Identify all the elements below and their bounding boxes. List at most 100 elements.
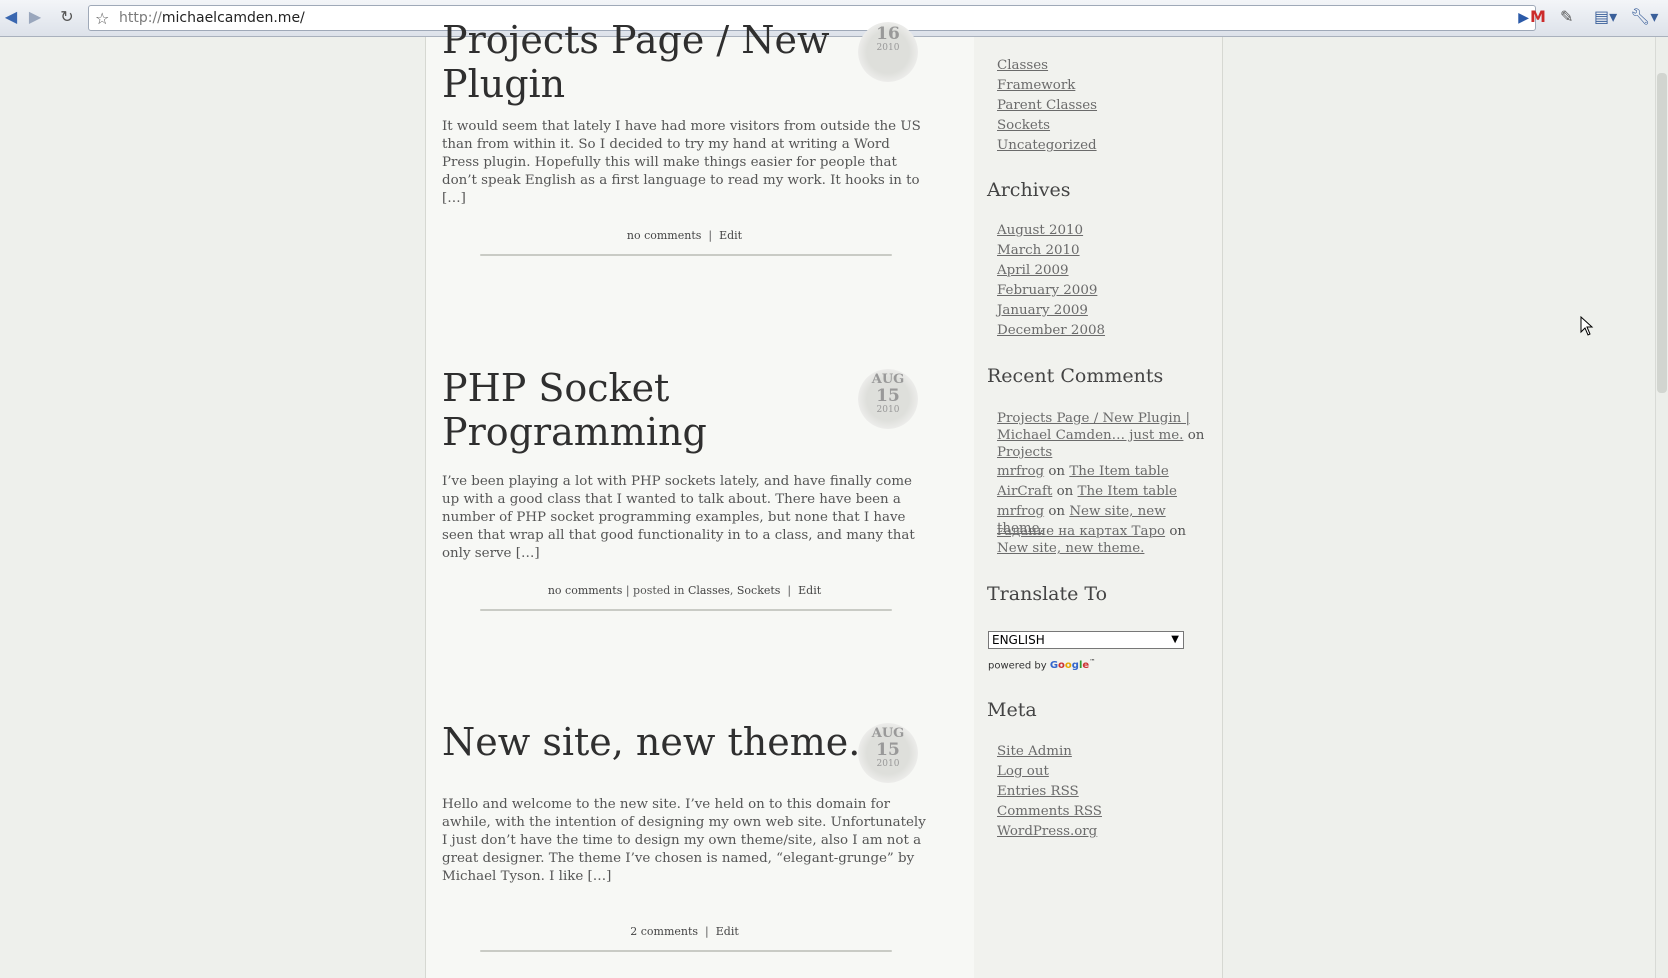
post-excerpt: It would seem that lately I have had mor… bbox=[442, 119, 921, 206]
recent-comments-heading: Recent Comments bbox=[987, 365, 1164, 387]
category-link[interactable]: Sockets bbox=[737, 584, 781, 597]
post-divider bbox=[480, 950, 892, 952]
meta-heading: Meta bbox=[987, 699, 1037, 721]
archive-link[interactable]: March 2010 bbox=[997, 243, 1080, 258]
archive-link[interactable]: August 2010 bbox=[997, 223, 1083, 238]
date-day: 16 bbox=[876, 24, 900, 44]
category-link[interactable]: Framework bbox=[997, 78, 1075, 93]
archives-list: August 2010 March 2010 April 2009 Februa… bbox=[997, 221, 1105, 341]
date-year: 2010 bbox=[876, 43, 900, 53]
category-link[interactable]: Classes bbox=[688, 584, 730, 597]
meta-link[interactable]: Comments RSS bbox=[997, 804, 1102, 819]
list-item: WordPress.org bbox=[997, 822, 1102, 842]
edit-link[interactable]: Edit bbox=[716, 925, 739, 938]
list-item: Comments RSS bbox=[997, 802, 1102, 822]
category-link[interactable]: Parent Classes bbox=[997, 98, 1097, 113]
meta-link[interactable]: Entries RSS bbox=[997, 784, 1079, 799]
categories-list: Classes Framework Parent Classes Sockets… bbox=[997, 56, 1097, 156]
gmail-icon[interactable]: M bbox=[1530, 7, 1546, 26]
language-select[interactable]: ENGLISH ▼ bbox=[988, 631, 1184, 649]
on-label: on bbox=[1048, 464, 1066, 479]
list-item: Uncategorized bbox=[997, 136, 1097, 156]
date-day: 15 bbox=[876, 740, 900, 760]
date-month: AUG bbox=[871, 726, 905, 741]
edit-link[interactable]: Edit bbox=[719, 229, 742, 242]
comment-author-link[interactable]: гадание на картах Таро bbox=[997, 524, 1165, 539]
archives-heading: Archives bbox=[987, 179, 1071, 201]
post-meta: 2 comments | Edit bbox=[630, 925, 739, 938]
archive-link[interactable]: January 2009 bbox=[997, 303, 1088, 318]
comment-post-link[interactable]: The Item table bbox=[1078, 484, 1177, 499]
list-item: April 2009 bbox=[997, 261, 1105, 281]
archive-link[interactable]: April 2009 bbox=[997, 263, 1069, 278]
comments-link[interactable]: 2 comments bbox=[630, 925, 698, 938]
list-item: August 2010 bbox=[997, 221, 1105, 241]
list-item: Log out bbox=[997, 762, 1102, 782]
list-item: Sockets bbox=[997, 116, 1097, 136]
post-date-badge: 16 2010 bbox=[858, 22, 918, 82]
category-link[interactable]: Uncategorized bbox=[997, 138, 1097, 153]
recent-comment: AirCraft on The Item table bbox=[997, 483, 1207, 500]
eyedropper-icon[interactable]: ✎ bbox=[1560, 7, 1573, 26]
reload-icon[interactable]: ↻ bbox=[58, 8, 76, 26]
post-title[interactable]: PHP Socket Programming bbox=[442, 366, 707, 454]
on-label: on bbox=[1187, 428, 1205, 443]
go-arrow-icon[interactable]: ▶ bbox=[1518, 10, 1529, 26]
wrench-menu-icon[interactable]: 🔧︎▾ bbox=[1630, 7, 1658, 26]
archive-link[interactable]: February 2009 bbox=[997, 283, 1097, 298]
list-item: February 2009 bbox=[997, 281, 1105, 301]
comment-author-link[interactable]: mrfrog bbox=[997, 464, 1044, 479]
comments-link[interactable]: no comments bbox=[627, 229, 702, 242]
url-protocol: http:// bbox=[119, 10, 162, 26]
date-day: 15 bbox=[876, 386, 900, 406]
comment-post-link[interactable]: New site, new theme. bbox=[997, 541, 1144, 556]
archive-link[interactable]: December 2008 bbox=[997, 323, 1105, 338]
scrollbar[interactable] bbox=[1655, 37, 1668, 978]
category-link[interactable]: Sockets bbox=[997, 118, 1050, 133]
scrollbar-thumb[interactable] bbox=[1657, 73, 1667, 393]
chevron-down-icon: ▼ bbox=[1171, 634, 1179, 645]
mouse-cursor-icon bbox=[1580, 316, 1594, 336]
url-host: michaelcamden.me/ bbox=[161, 10, 305, 26]
list-item: Framework bbox=[997, 76, 1097, 96]
post-excerpt: I’ve been playing a lot with PHP sockets… bbox=[442, 474, 915, 561]
star-icon[interactable]: ☆ bbox=[95, 9, 109, 28]
post-excerpt: Hello and welcome to the new site. I’ve … bbox=[442, 797, 926, 884]
list-item: March 2010 bbox=[997, 241, 1105, 261]
post-date-badge: AUG 15 2010 bbox=[858, 723, 918, 783]
post-meta: no comments | Edit bbox=[626, 229, 743, 242]
forward-arrow-icon[interactable]: ▶ bbox=[26, 8, 44, 26]
meta-link[interactable]: Log out bbox=[997, 764, 1049, 779]
post-meta: no comments | posted in Classes, Sockets… bbox=[547, 584, 822, 597]
list-item: December 2008 bbox=[997, 321, 1105, 341]
page-menu-icon[interactable]: ▤▾ bbox=[1594, 7, 1617, 26]
date-month: AUG bbox=[871, 372, 905, 387]
comment-author-link[interactable]: Projects Page / New Plugin | Michael Cam… bbox=[997, 411, 1190, 443]
post-divider bbox=[480, 609, 892, 611]
comments-link[interactable]: no comments bbox=[548, 584, 623, 597]
comment-author-link[interactable]: AirCraft bbox=[997, 484, 1052, 499]
meta-link[interactable]: Site Admin bbox=[997, 744, 1072, 759]
on-label: on bbox=[1056, 484, 1074, 499]
powered-by-label: powered by bbox=[988, 660, 1047, 672]
date-year: 2010 bbox=[876, 759, 900, 769]
list-item: Classes bbox=[997, 56, 1097, 76]
post-date-badge: AUG 15 2010 bbox=[858, 369, 918, 429]
post-title[interactable]: Projects Page / New Plugin bbox=[442, 18, 830, 106]
comment-post-link[interactable]: Projects bbox=[997, 445, 1052, 460]
comment-post-link[interactable]: The Item table bbox=[1069, 464, 1168, 479]
language-select-value: ENGLISH bbox=[992, 633, 1045, 647]
list-item: January 2009 bbox=[997, 301, 1105, 321]
meta-link[interactable]: WordPress.org bbox=[997, 824, 1097, 839]
category-link[interactable]: Classes bbox=[997, 58, 1048, 73]
recent-comment: гадание на картах Таро on New site, new … bbox=[997, 523, 1207, 557]
translate-heading: Translate To bbox=[987, 583, 1108, 605]
comment-author-link[interactable]: mrfrog bbox=[997, 504, 1044, 519]
powered-by-google: powered by Google™ bbox=[988, 659, 1095, 671]
edit-link[interactable]: Edit bbox=[798, 584, 821, 597]
post-title[interactable]: New site, new theme. bbox=[442, 720, 860, 764]
browser-toolbar: ◀ ▶ ↻ ☆ http://michaelcamden.me/ ▶ M ✎ ▤… bbox=[0, 0, 1668, 37]
back-arrow-icon[interactable]: ◀ bbox=[2, 8, 20, 26]
meta-list: Site Admin Log out Entries RSS Comments … bbox=[997, 742, 1102, 842]
recent-comment: mrfrog on The Item table bbox=[997, 463, 1207, 480]
